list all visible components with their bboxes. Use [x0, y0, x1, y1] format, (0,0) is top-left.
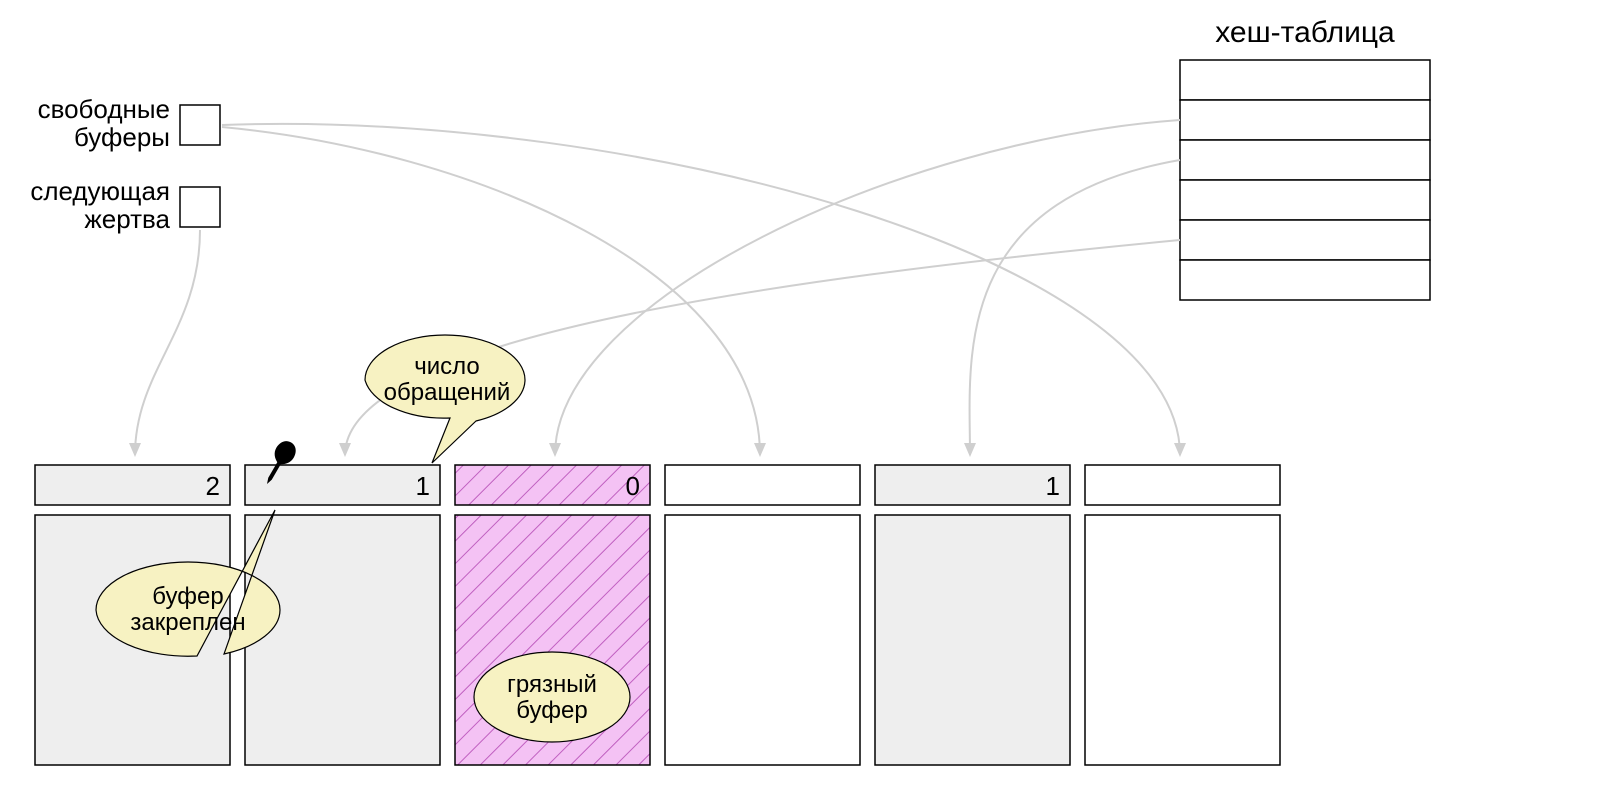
hash-table-label: хеш-таблица: [1215, 16, 1395, 49]
arrow-hash-to-b2: [555, 120, 1180, 455]
hash-row-1: [1180, 100, 1430, 140]
callout-pinned-l1: буфер: [152, 583, 223, 610]
buffer-0-count: 2: [206, 471, 220, 501]
arrow-hash-to-b4: [970, 160, 1180, 455]
next-victim-box: [180, 187, 220, 227]
free-buffers-label-l1: свободные: [38, 94, 170, 124]
buffer-5: [1085, 465, 1280, 765]
buffer-2-count: 0: [626, 471, 640, 501]
buffer-1-count: 1: [416, 471, 430, 501]
callout-dirty-l1: грязный: [507, 671, 597, 698]
hash-table: [1180, 60, 1430, 300]
buffer-cache-diagram: свободные буферы следующая жертва хеш-та…: [0, 0, 1600, 807]
arrow-free-to-b5: [222, 124, 1180, 455]
hash-row-4: [1180, 220, 1430, 260]
buffer-4: 1: [875, 465, 1070, 765]
next-victim-label-l1: следующая: [30, 176, 170, 206]
arrow-next-victim: [135, 230, 200, 455]
callout-usage-count: число обращений: [365, 335, 525, 463]
callout-usage-l2: обращений: [384, 379, 511, 406]
hash-row-0: [1180, 60, 1430, 100]
callout-dirty: грязный буфер: [474, 652, 630, 742]
free-buffers-label-l2: буферы: [74, 122, 170, 152]
buffer-4-count: 1: [1046, 471, 1060, 501]
buffer-3: [665, 465, 860, 765]
hash-row-2: [1180, 140, 1430, 180]
callout-usage-l1: число: [414, 353, 480, 380]
hash-row-5: [1180, 260, 1430, 300]
arrows: [135, 120, 1180, 455]
callout-pinned-l2: закреплен: [130, 609, 245, 636]
hash-row-3: [1180, 180, 1430, 220]
free-buffers-box: [180, 105, 220, 145]
callout-dirty-l2: буфер: [516, 697, 587, 724]
next-victim-label-l2: жертва: [84, 204, 170, 234]
